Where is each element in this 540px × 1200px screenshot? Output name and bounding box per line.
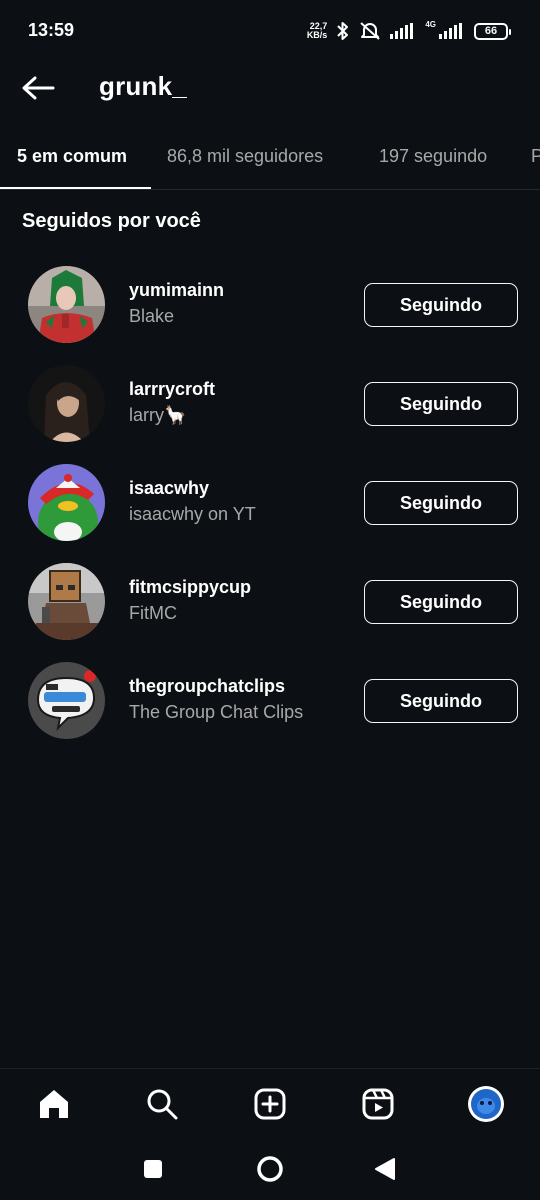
home-circle-icon[interactable] [253, 1152, 287, 1186]
section-title: Seguidos por você [22, 210, 201, 232]
network-speed: 22,7 KB/s [307, 22, 328, 40]
following-button[interactable]: Seguindo [364, 679, 518, 723]
username[interactable]: fitmcsippycup [129, 577, 251, 598]
tab-mutual[interactable]: 5 em comum [17, 146, 127, 167]
list-item: isaacwhy isaacwhy on YT Seguindo [0, 453, 540, 552]
avatar[interactable] [28, 563, 105, 640]
following-button[interactable]: Seguindo [364, 283, 518, 327]
following-button[interactable]: Seguindo [364, 382, 518, 426]
network-speed-unit: KB/s [306, 30, 328, 40]
back-triangle-icon[interactable] [368, 1152, 402, 1186]
bottom-nav [0, 1068, 540, 1138]
create-post-icon[interactable] [250, 1085, 290, 1123]
list-item: fitmcsippycup FitMC Seguindo [0, 552, 540, 651]
battery-icon: 66 [474, 22, 511, 40]
full-name: isaacwhy on YT [129, 504, 256, 524]
full-name: larry🦙 [129, 405, 187, 425]
battery-level: 66 [484, 25, 498, 37]
username[interactable]: isaacwhy [129, 478, 256, 499]
bluetooth-icon [336, 21, 350, 41]
signal-4g-icon [439, 23, 465, 39]
tab-bar: 5 em comum 86,8 mil seguidores 197 segui… [0, 128, 540, 190]
network-type: 4G [425, 19, 436, 29]
following-button[interactable]: Seguindo [364, 580, 518, 624]
full-name: The Group Chat Clips [129, 702, 304, 722]
home-icon[interactable] [34, 1085, 74, 1123]
recents-icon[interactable] [136, 1152, 170, 1186]
username[interactable]: thegroupchatclips [129, 676, 303, 697]
reels-icon[interactable] [358, 1085, 398, 1123]
avatar[interactable] [28, 464, 105, 541]
header: grunk_ [0, 62, 540, 114]
signal-icon [390, 23, 416, 39]
tab-active-indicator [0, 187, 151, 189]
status-bar: 13:59 22,7 KB/s 4G 66 [0, 0, 540, 62]
username[interactable]: yumimainn [129, 280, 224, 301]
tab-followers[interactable]: 86,8 mil seguidores [167, 146, 323, 167]
list-item: yumimainn Blake Seguindo [0, 255, 540, 354]
search-icon[interactable] [142, 1085, 182, 1123]
user-names: fitmcsippycup FitMC [129, 577, 251, 624]
avatar[interactable] [28, 266, 105, 343]
system-nav [0, 1138, 540, 1200]
full-name: FitMC [129, 603, 177, 623]
user-names: thegroupchatclips The Group Chat Clips [129, 676, 303, 723]
screen: 13:59 22,7 KB/s 4G 66 grunk_ 5 em comum … [0, 0, 540, 1200]
avatar[interactable] [28, 365, 105, 442]
list-item: thegroupchatclips The Group Chat Clips S… [0, 651, 540, 750]
tab-partial[interactable]: P [531, 146, 540, 167]
user-list: yumimainn Blake Seguindo larrrycroft lar… [0, 255, 540, 750]
avatar[interactable] [28, 662, 105, 739]
following-button[interactable]: Seguindo [364, 481, 518, 525]
user-names: isaacwhy isaacwhy on YT [129, 478, 256, 525]
mute-bell-icon [359, 21, 381, 41]
profile-avatar[interactable] [466, 1085, 506, 1123]
user-names: yumimainn Blake [129, 280, 224, 327]
status-time: 13:59 [28, 20, 75, 40]
tab-following[interactable]: 197 seguindo [379, 146, 487, 167]
arrow-left-icon [22, 76, 55, 100]
status-icons: 22,7 KB/s 4G 66 [307, 18, 511, 44]
page-title: grunk_ [99, 71, 187, 101]
user-names: larrrycroft larry🦙 [129, 379, 215, 426]
full-name: Blake [129, 306, 175, 326]
list-item: larrrycroft larry🦙 Seguindo [0, 354, 540, 453]
back-button[interactable] [18, 70, 58, 106]
username[interactable]: larrrycroft [129, 379, 215, 400]
